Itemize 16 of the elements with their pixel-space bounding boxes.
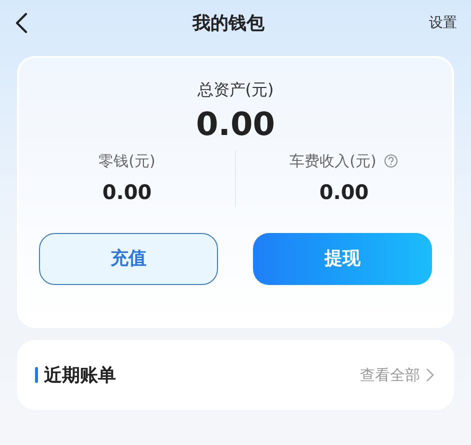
withdraw-button[interactable]: 提现 bbox=[253, 232, 432, 284]
balance-label: 零钱(元) bbox=[98, 151, 156, 172]
page-title: 我的钱包 bbox=[192, 12, 264, 36]
help-icon[interactable] bbox=[384, 154, 398, 168]
back-icon[interactable] bbox=[14, 12, 28, 34]
total-assets-value: 0.00 bbox=[196, 104, 275, 144]
bills-title: 近期账单 bbox=[44, 364, 116, 388]
balance-value: 0.00 bbox=[319, 178, 369, 206]
total-assets-label: 总资产(元) bbox=[197, 79, 274, 101]
balance-label: 车费收入(元) bbox=[290, 151, 376, 172]
view-all-link[interactable]: 查看全部 bbox=[360, 364, 434, 386]
top-up-button[interactable]: 充值 bbox=[39, 232, 218, 284]
balance-value: 0.00 bbox=[102, 178, 152, 206]
settings-link[interactable]: 设置 bbox=[429, 12, 457, 34]
chevron-right-icon bbox=[426, 368, 434, 382]
accent-bar bbox=[35, 367, 38, 383]
